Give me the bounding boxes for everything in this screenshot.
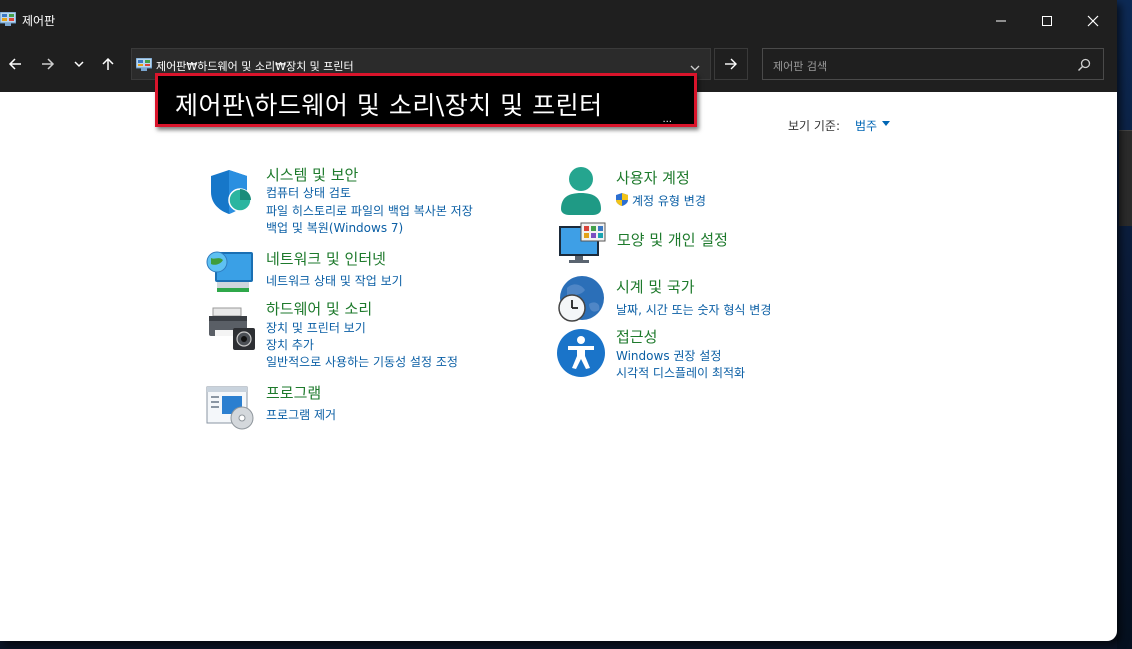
view-by-dropdown[interactable]: 범주 (855, 117, 877, 134)
category-clock-region[interactable]: 시계 및 국가 (616, 276, 695, 297)
link-windows-recommended-settings[interactable]: Windows 권장 설정 (616, 347, 721, 364)
category-appearance-personalization[interactable]: 모양 및 개인 설정 (617, 229, 728, 250)
category-system-security[interactable]: 시스템 및 보안 (266, 164, 358, 185)
view-by-label: 보기 기준: (788, 119, 841, 133)
link-change-account-type[interactable]: 계정 유형 변경 (632, 192, 706, 209)
search-icon (1077, 58, 1091, 72)
search-box[interactable]: 제어판 검색 (762, 48, 1104, 80)
control-panel-window: 제어판 제어판₩하드웨어 및 소리₩장치 및 프린터 제어판 검색 제어판\하드… (0, 0, 1117, 641)
link-add-device[interactable]: 장치 추가 (266, 336, 314, 353)
search-placeholder: 제어판 검색 (773, 60, 828, 73)
appearance-monitor-icon[interactable] (557, 222, 607, 264)
link-review-computer-status[interactable]: 컴퓨터 상태 검토 (266, 184, 351, 201)
callout-text: 제어판\하드웨어 및 소리\장치 및 프린터 (175, 91, 603, 120)
link-uninstall-program[interactable]: 프로그램 제거 (266, 406, 336, 423)
title-bar: 제어판 (0, 0, 1117, 40)
window-title: 제어판 (22, 14, 56, 28)
minimize-button[interactable] (978, 6, 1024, 36)
maximize-button[interactable] (1024, 6, 1070, 36)
category-programs[interactable]: 프로그램 (266, 382, 321, 403)
link-date-time-format[interactable]: 날짜, 시간 또는 숫자 형식 변경 (616, 301, 771, 318)
go-arrow-icon (725, 58, 737, 70)
uac-shield-icon (616, 193, 628, 206)
up-arrow-icon (102, 57, 114, 70)
maximize-icon (1042, 16, 1052, 26)
background-window-edge (1119, 130, 1132, 226)
control-panel-app-icon (0, 12, 16, 26)
recent-locations-button[interactable] (67, 52, 91, 76)
network-icon[interactable] (205, 246, 255, 294)
programs-icon[interactable] (206, 386, 258, 430)
link-devices-printers[interactable]: 장치 및 프린터 보기 (266, 319, 366, 336)
view-by-caret-icon[interactable] (882, 121, 890, 126)
close-icon (1087, 15, 1099, 27)
chevron-down-icon (74, 61, 84, 68)
back-button[interactable] (3, 52, 27, 76)
accessibility-icon[interactable] (556, 328, 606, 378)
up-button[interactable] (96, 52, 120, 76)
shield-icon[interactable] (207, 168, 255, 216)
link-mobility-settings[interactable]: 일반적으로 사용하는 기동성 설정 조정 (266, 353, 458, 370)
desktop-background (1117, 0, 1132, 649)
forward-arrow-icon (42, 58, 55, 70)
control-panel-small-icon (136, 58, 152, 71)
close-button[interactable] (1070, 6, 1116, 36)
back-arrow-icon (8, 58, 21, 70)
callout-ellipsis: ... (662, 114, 672, 125)
printer-icon[interactable] (207, 306, 257, 352)
address-path: 제어판₩하드웨어 및 소리₩장치 및 프린터 (156, 60, 354, 73)
chevron-down-icon (690, 65, 700, 71)
link-optimize-visual-display[interactable]: 시각적 디스플레이 최적화 (616, 364, 745, 381)
link-backup-restore[interactable]: 백업 및 복원(Windows 7) (266, 219, 403, 236)
forward-button[interactable] (36, 52, 60, 76)
category-accessibility[interactable]: 접근성 (616, 326, 657, 347)
go-button[interactable] (714, 48, 748, 80)
category-user-accounts[interactable]: 사용자 계정 (616, 167, 690, 188)
path-callout: 제어판\하드웨어 및 소리\장치 및 프린터 ... (155, 73, 697, 127)
user-accounts-icon[interactable] (557, 165, 605, 217)
clock-globe-icon[interactable] (555, 274, 607, 324)
link-file-history-backup[interactable]: 파일 히스토리로 파일의 백업 복사본 저장 (266, 202, 473, 219)
minimize-icon (996, 20, 1006, 22)
category-hardware-sound[interactable]: 하드웨어 및 소리 (266, 298, 372, 319)
category-network-internet[interactable]: 네트워크 및 인터넷 (266, 248, 386, 269)
link-network-status[interactable]: 네트워크 상태 및 작업 보기 (266, 272, 403, 289)
